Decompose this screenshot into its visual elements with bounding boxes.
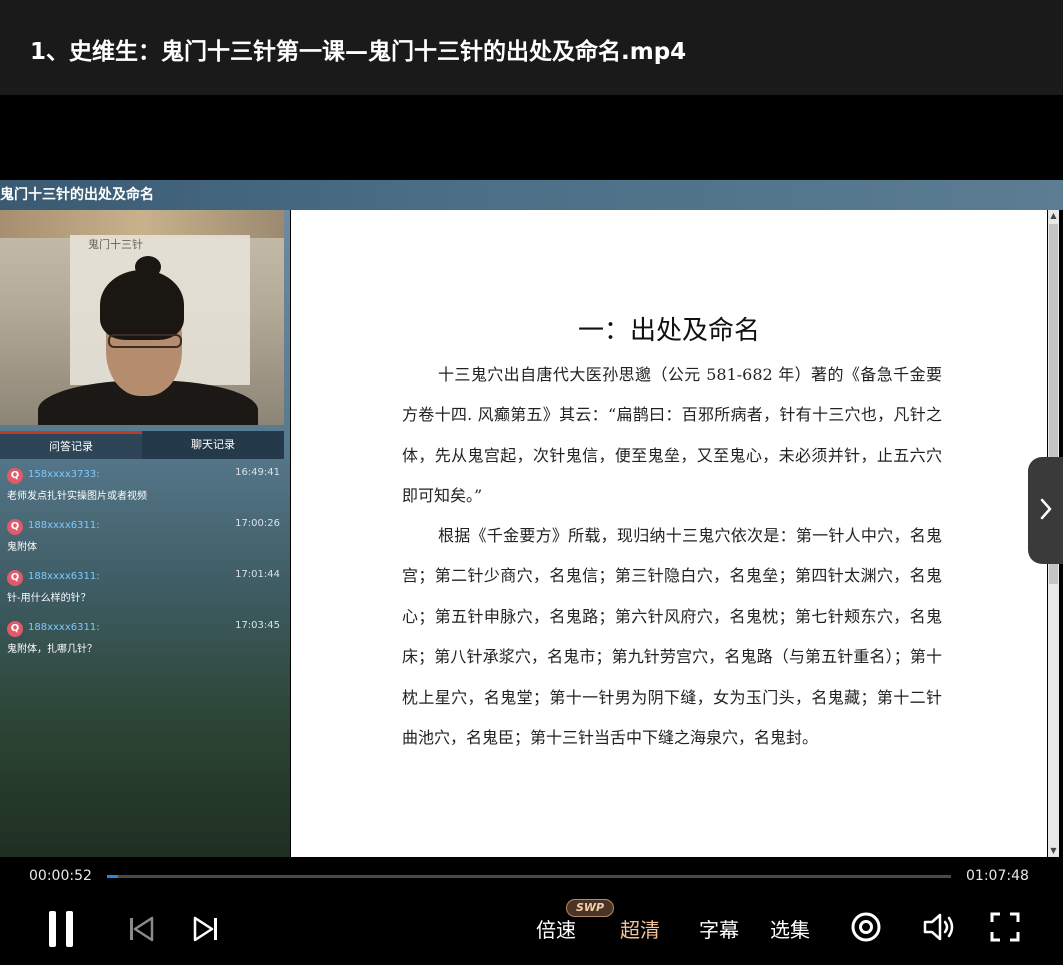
progress-bar[interactable] (107, 875, 951, 878)
document-paragraph-2: 根据《千金要方》所载，现归纳十三鬼穴依次是：第一针人中穴，名鬼宫；第二针少商穴，… (402, 526, 942, 748)
qa-message: 鬼附体，扎哪几针？ (7, 644, 97, 655)
chat-tabs: 问答记录 聊天记录 (0, 431, 284, 459)
presenter-glasses (108, 334, 182, 348)
qa-time: 17:00:26 (235, 518, 280, 529)
qa-item: Q 188xxxx6311: 17:00:26 鬼附体 (0, 514, 284, 565)
title-bar: 1、史维生：鬼门十三针第一课—鬼门十三针的出处及命名.mp4 (0, 0, 1063, 95)
question-icon: Q (7, 468, 23, 484)
course-title: 鬼门十三针的出处及命名 (0, 187, 154, 203)
episodes-button[interactable]: 选集 (770, 914, 810, 943)
qa-item: Q 188xxxx6311: 17:03:45 鬼附体，扎哪几针？ (0, 616, 284, 667)
fullscreen-icon[interactable] (990, 912, 1020, 942)
document-heading: 一：出处及命名 (577, 316, 760, 346)
volume-icon[interactable] (922, 911, 956, 943)
next-icon[interactable] (193, 916, 219, 942)
pause-icon[interactable] (47, 911, 75, 947)
live-side-panel: 鬼门十三针 问答记录 聊天记录 Q 158xxxx3733: 16:49:41 … (0, 210, 290, 857)
speed-button[interactable]: 倍速 (536, 914, 576, 943)
scroll-up-icon[interactable]: ▲ (1048, 210, 1059, 222)
course-title-strip: 鬼门十三针的出处及命名 (0, 180, 1063, 210)
current-time: 00:00:52 (29, 868, 92, 884)
presenter-bun (135, 256, 161, 278)
qa-time: 17:01:44 (235, 569, 280, 580)
qa-message: 鬼附体 (7, 542, 37, 553)
qa-message: 老师发点扎针实操图片或者视频 (7, 491, 147, 502)
tab-qa-records[interactable]: 问答记录 (0, 431, 142, 459)
question-icon: Q (7, 570, 23, 586)
question-icon: Q (7, 621, 23, 637)
qa-user: 188xxxx6311: (28, 520, 100, 531)
qa-item: Q 188xxxx6311: 17:01:44 针-用什么样的针？ (0, 565, 284, 616)
qa-user: 188xxxx6311: (28, 571, 100, 582)
question-icon: Q (7, 519, 23, 535)
qa-user: 158xxxx3733: (28, 469, 100, 480)
quality-button[interactable]: 超清 (620, 914, 660, 943)
webcam-feed: 鬼门十三针 (0, 210, 284, 425)
subtitle-button[interactable]: 字幕 (699, 914, 739, 943)
progress-fill (107, 875, 118, 878)
qa-user: 188xxxx6311: (28, 622, 100, 633)
background-shelf (0, 210, 284, 238)
qa-list: Q 158xxxx3733: 16:49:41 老师发点扎针实操图片或者视频 Q… (0, 463, 284, 667)
total-time: 01:07:48 (966, 868, 1029, 884)
document-slide: 一：出处及命名 十三鬼穴出自唐代大医孙思邈（公元 581-682 年）著的《备急… (291, 210, 1047, 857)
document-paragraph-1: 十三鬼穴出自唐代大医孙思邈（公元 581-682 年）著的《备急千金要方卷十四.… (402, 365, 942, 506)
player-controls: 00:00:52 01:07:48 倍速 SWP 超清 字幕 选集 (0, 857, 1063, 965)
qa-time: 16:49:41 (235, 467, 280, 478)
chevron-right-icon (1040, 498, 1052, 520)
qa-message: 针-用什么样的针？ (7, 593, 91, 604)
settings-icon[interactable] (850, 911, 882, 943)
qa-item: Q 158xxxx3733: 16:49:41 老师发点扎针实操图片或者视频 (0, 463, 284, 514)
previous-icon[interactable] (128, 916, 154, 942)
scroll-down-icon[interactable]: ▼ (1048, 845, 1059, 857)
qa-time: 17:03:45 (235, 620, 280, 631)
presenter-hair (100, 270, 184, 340)
side-panel-toggle[interactable] (1028, 457, 1063, 564)
swp-badge: SWP (566, 899, 614, 917)
paper-text: 鬼门十三针 (88, 238, 143, 251)
tab-chat-records[interactable]: 聊天记录 (142, 431, 284, 459)
video-title: 1、史维生：鬼门十三针第一课—鬼门十三针的出处及命名.mp4 (30, 39, 687, 65)
video-area[interactable]: 鬼门十三针的出处及命名 鬼门十三针 问答记录 聊天记录 Q 158xxxx373… (0, 95, 1063, 857)
